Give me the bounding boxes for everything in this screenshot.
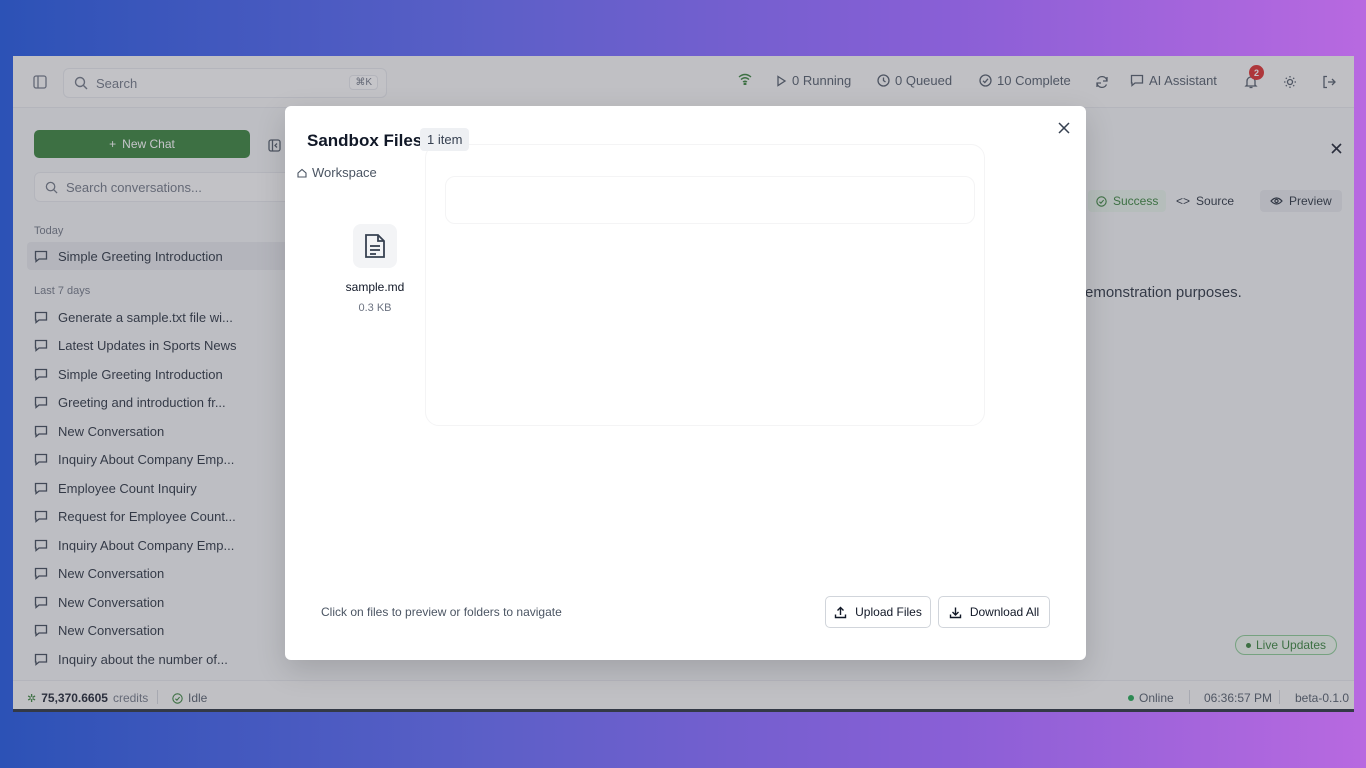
file-size: 0.3 KB [358, 302, 392, 314]
navigation-hint: Click on files to preview or folders to … [321, 605, 562, 619]
sandbox-files-modal: Sandbox Files 1 item Workspace sample.md… [285, 106, 1086, 660]
drop-zone-inner [445, 176, 975, 224]
download-icon [949, 607, 962, 618]
upload-icon [834, 606, 847, 618]
download-all-button[interactable]: Download All [938, 596, 1050, 628]
item-count-badge: 1 item [420, 128, 470, 151]
home-icon [297, 168, 307, 178]
upload-files-button[interactable]: Upload Files [825, 596, 931, 628]
file-item[interactable]: sample.md 0.3 KB [331, 224, 419, 314]
upload-files-label: Upload Files [855, 605, 922, 619]
modal-title: Sandbox Files [307, 131, 423, 150]
breadcrumb-label: Workspace [312, 165, 377, 180]
breadcrumb-workspace[interactable]: Workspace [297, 165, 377, 180]
download-all-label: Download All [969, 605, 1040, 619]
file-text-icon [353, 224, 397, 268]
file-name: sample.md [345, 280, 405, 294]
close-icon[interactable] [1056, 120, 1072, 136]
